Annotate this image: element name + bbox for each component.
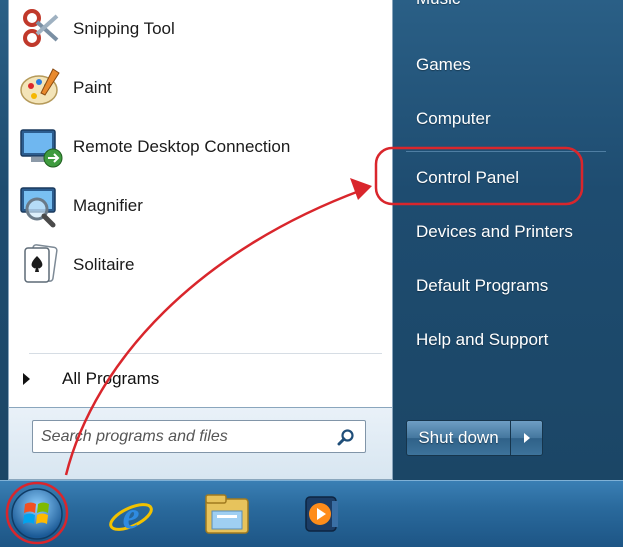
taskbar: e	[0, 480, 623, 547]
solitaire-icon	[17, 242, 65, 288]
right-item-computer[interactable]: Computer	[416, 109, 491, 135]
right-item-music[interactable]: Music	[416, 0, 460, 15]
divider	[29, 353, 382, 354]
program-item-paint[interactable]: Paint	[17, 65, 112, 111]
program-item-solitaire[interactable]: Solitaire	[17, 242, 134, 288]
right-item-games[interactable]: Games	[416, 55, 471, 81]
program-item-magnifier[interactable]: Magnifier	[17, 183, 143, 229]
all-programs-label: All Programs	[62, 369, 160, 388]
shutdown-options-button[interactable]	[511, 421, 542, 455]
snipping-tool-icon	[17, 6, 65, 52]
program-item-remote-desktop[interactable]: Remote Desktop Connection	[17, 124, 290, 170]
program-item-snipping-tool[interactable]: Snipping Tool	[17, 6, 175, 52]
windows-explorer-icon[interactable]	[200, 487, 254, 541]
svg-text:e: e	[123, 495, 140, 537]
program-label: Magnifier	[73, 196, 143, 215]
shutdown-control: Shut down	[406, 420, 543, 456]
magnifier-icon	[17, 183, 65, 229]
start-menu: Snipping Tool Paint Remote Desktop Conne…	[0, 0, 623, 480]
search-icon[interactable]	[337, 428, 355, 446]
remote-desktop-icon	[17, 124, 65, 170]
right-separator	[406, 151, 606, 152]
media-player-icon[interactable]	[296, 487, 350, 541]
search-input[interactable]	[41, 425, 331, 448]
program-label: Solitaire	[73, 255, 135, 274]
internet-explorer-icon[interactable]: e	[104, 487, 158, 541]
program-label: Snipping Tool	[73, 19, 175, 38]
search-area	[8, 408, 393, 480]
chevron-right-icon	[23, 373, 30, 385]
right-item-control-panel[interactable]: Control Panel	[416, 168, 519, 194]
shutdown-button[interactable]: Shut down	[407, 421, 511, 455]
program-label: Remote Desktop Connection	[73, 137, 291, 156]
start-orb-icon[interactable]	[10, 487, 64, 541]
search-box[interactable]	[32, 420, 366, 453]
all-programs-button[interactable]: All Programs	[23, 366, 159, 392]
program-label: Paint	[73, 78, 112, 97]
paint-icon	[17, 65, 65, 111]
programs-pane: Snipping Tool Paint Remote Desktop Conne…	[8, 0, 393, 408]
right-item-default-programs[interactable]: Default Programs	[416, 276, 548, 302]
right-item-help-support[interactable]: Help and Support	[416, 330, 548, 356]
chevron-right-icon	[523, 433, 530, 443]
right-item-devices-printers[interactable]: Devices and Printers	[416, 222, 573, 248]
